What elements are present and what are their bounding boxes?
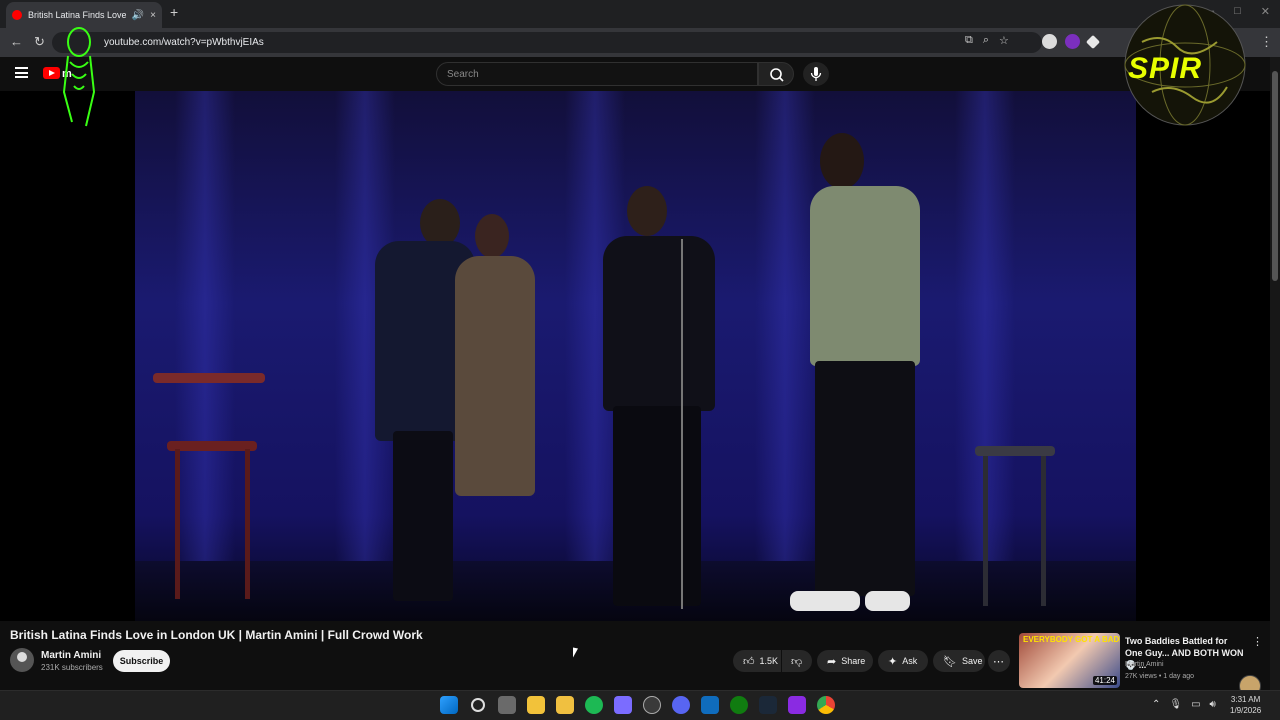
extensions-area <box>1042 34 1101 50</box>
close-tab-icon[interactable]: × <box>150 10 156 21</box>
microphone-icon <box>810 67 822 81</box>
tab-title: British Latina Finds Love in <box>28 10 126 20</box>
recommendation-menu-icon[interactable]: ⋮ <box>1252 635 1263 648</box>
system-clock[interactable]: 3:31 AM 1/9/2026 <box>1230 694 1261 716</box>
file-explorer-icon[interactable] <box>527 696 545 714</box>
steam-icon[interactable] <box>759 696 777 714</box>
network-icon[interactable]: ▭ <box>1191 699 1200 710</box>
omnibox-actions: ⧉ ⌕ ☆ <box>965 34 1009 47</box>
recommendation-thumbnail[interactable]: EVERYBODY GOT A BADDIE 41:24 <box>1019 633 1120 688</box>
back-arrow-icon[interactable]: ← <box>10 34 23 49</box>
thumbnail-caption: EVERYBODY GOT A BADDIE <box>1023 635 1120 644</box>
overlay-logo-text: SPIR <box>1128 52 1203 85</box>
channel-avatar[interactable] <box>10 648 34 672</box>
scrollbar-thumb[interactable] <box>1272 71 1278 281</box>
share-label: Share <box>841 656 866 666</box>
new-tab-button[interactable]: + <box>170 4 178 20</box>
share-button[interactable]: ➦ Share <box>817 650 873 672</box>
windows-taskbar: ⌃ 🎙︎ ▭ 🔊︎ 3:31 AM 1/9/2026 <box>0 690 1280 720</box>
youtube-favicon-icon <box>12 10 22 20</box>
stool <box>153 373 265 383</box>
bookmark-icon: 🔖︎ <box>943 655 957 668</box>
audio-playing-icon[interactable]: 🔊 <box>132 10 144 21</box>
green-skeleton-overlay-icon <box>62 27 96 127</box>
search-placeholder: Search <box>447 69 479 80</box>
search-button[interactable] <box>758 62 794 86</box>
spotify-icon[interactable] <box>585 696 603 714</box>
recommendation-channel[interactable]: Martin Amini <box>1125 661 1164 668</box>
save-button[interactable]: 🔖︎ Save <box>933 650 985 672</box>
like-count: 1.5K <box>759 656 779 666</box>
volume-icon[interactable]: 🔊︎ <box>1210 699 1216 710</box>
browser-tab-bar: British Latina Finds Love in 🔊 × + — □ ✕ <box>0 0 1280 28</box>
like-button[interactable]: 👍︎ 1.5K <box>733 650 781 672</box>
store-icon[interactable] <box>556 696 574 714</box>
outlook-icon[interactable] <box>701 696 719 714</box>
taskbar-apps <box>440 696 835 714</box>
bookmark-star-icon[interactable]: ☆ <box>999 34 1009 47</box>
page-scrollbar[interactable] <box>1270 57 1280 690</box>
subscriber-count: 231K subscribers <box>41 663 103 672</box>
reload-icon[interactable]: ↻ <box>34 34 45 50</box>
close-window-icon[interactable]: ✕ <box>1261 5 1270 18</box>
person <box>810 186 920 366</box>
more-horizontal-icon: ⋯ <box>993 655 1004 668</box>
video-duration: 41:24 <box>1092 676 1117 685</box>
video-frame <box>135 91 1136 621</box>
person-head <box>420 199 460 247</box>
clock-time: 3:31 AM <box>1230 695 1261 704</box>
sparkle-icon: ✦ <box>888 655 898 668</box>
app-icon[interactable] <box>788 696 806 714</box>
task-view-icon[interactable] <box>498 696 516 714</box>
clock-app-icon[interactable] <box>643 696 661 714</box>
zoom-icon[interactable]: ⌕ <box>983 34 989 47</box>
stool <box>975 446 1055 456</box>
address-bar[interactable]: youtube.com/watch?v=pWbthvjEIAs <box>52 32 1042 53</box>
cast-icon[interactable]: ⧉ <box>965 34 973 47</box>
more-actions-button[interactable]: ⋯ <box>988 650 1010 672</box>
ask-button[interactable]: ✦ Ask <box>878 650 928 672</box>
extension-icon[interactable] <box>1065 34 1080 49</box>
person <box>603 236 715 411</box>
xbox-icon[interactable] <box>730 696 748 714</box>
channel-name[interactable]: Martin Amini <box>41 650 101 661</box>
search-input[interactable]: Search <box>436 62 758 86</box>
browser-menu-icon[interactable]: ⋮ <box>1260 34 1273 50</box>
ask-label: Ask <box>902 656 918 666</box>
share-arrow-icon: ➦ <box>827 655 837 668</box>
dislike-button[interactable]: 👎︎ <box>782 650 812 672</box>
subscribe-button[interactable]: Subscribe <box>113 650 170 672</box>
windows-start-icon[interactable] <box>440 696 458 714</box>
browser-toolbar: ← ↻ youtube.com/watch?v=pWbthvjEIAs ⧉ ⌕ … <box>0 28 1280 57</box>
extension-icon[interactable] <box>1042 34 1057 49</box>
url-text: youtube.com/watch?v=pWbthvjEIAs <box>104 37 264 48</box>
tray-chevron-icon[interactable]: ⌃ <box>1152 699 1160 710</box>
system-tray: ⌃ 🎙︎ ▭ 🔊︎ <box>1152 699 1216 710</box>
search-icon[interactable] <box>471 698 485 712</box>
youtube-header: m Search <box>0 57 1270 91</box>
thumbs-down-icon: 👎︎ <box>791 655 803 668</box>
spir-globe-overlay: SPIR <box>1122 2 1248 128</box>
app-grid-icon[interactable] <box>614 696 632 714</box>
hamburger-menu-icon[interactable] <box>15 67 28 78</box>
extension-icon[interactable] <box>1085 34 1101 50</box>
clock-date: 1/9/2026 <box>1230 706 1262 715</box>
video-title: British Latina Finds Love in London UK |… <box>10 628 423 642</box>
recommendation-meta: 27K views • 1 day ago <box>1125 673 1194 680</box>
video-player[interactable] <box>0 91 1270 697</box>
save-label: Save <box>961 656 983 666</box>
discord-icon[interactable] <box>672 696 690 714</box>
chrome-icon[interactable] <box>817 696 835 714</box>
mouse-cursor-icon <box>573 647 578 659</box>
microphone-icon[interactable]: 🎙︎ <box>1169 699 1182 710</box>
voice-search-button[interactable] <box>803 62 829 86</box>
thumbs-up-icon: 👍︎ <box>743 655 755 668</box>
search-icon <box>770 68 784 82</box>
